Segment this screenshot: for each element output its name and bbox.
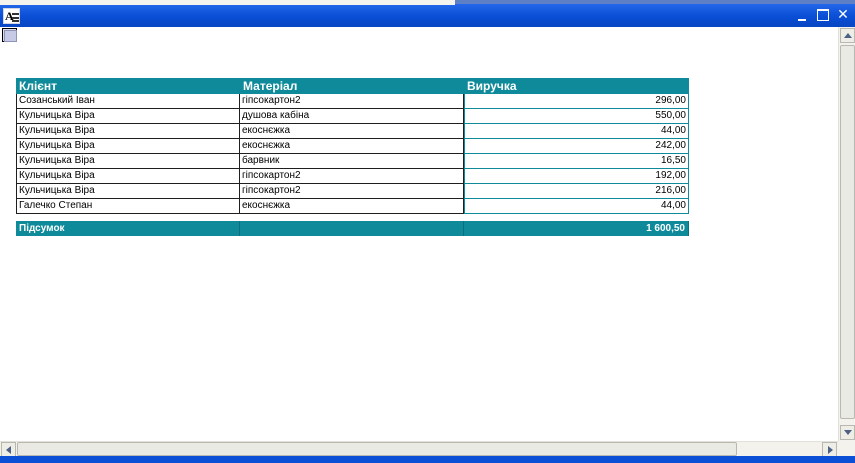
report-app-icon[interactable]: A (3, 8, 20, 24)
scroll-down-icon[interactable] (840, 425, 855, 440)
title-bar-top-strip (0, 0, 455, 5)
cell-revenue: 44,00 (464, 124, 689, 139)
scrollbar-corner (838, 441, 855, 456)
cell-revenue: 16,50 (464, 154, 689, 169)
horizontal-scrollbar[interactable] (0, 441, 838, 457)
table-row: Галечко Степан екоснєжка 44,00 (16, 199, 689, 214)
table-row: Кульчицька Віра екоснєжка 44,00 (16, 124, 689, 139)
total-value: 1 600,50 (464, 221, 689, 236)
table-row: Созанський Іван гіпсокартон2 296,00 (16, 94, 689, 109)
table-row: Кульчицька Віра барвник 16,50 (16, 154, 689, 169)
cell-client: Кульчицька Віра (16, 169, 240, 184)
cell-material: гіпсокартон2 (240, 184, 464, 199)
close-icon[interactable]: ✕ (836, 8, 850, 22)
cell-client: Галечко Степан (16, 199, 240, 214)
cell-material: екоснєжка (240, 139, 464, 154)
cell-revenue: 216,00 (464, 184, 689, 199)
horizontal-scroll-thumb[interactable] (17, 442, 737, 456)
report-total-row: Підсумок 1 600,50 (16, 221, 689, 236)
scroll-right-icon[interactable] (822, 442, 837, 457)
cell-material: барвник (240, 154, 464, 169)
report-window: A ✕ Клієнт Матеріал Виручка Созанський І… (0, 0, 855, 463)
total-label: Підсумок (16, 221, 240, 236)
cell-revenue: 296,00 (464, 94, 689, 109)
table-row: Кульчицька Віра гіпсокартон2 192,00 (16, 169, 689, 184)
report-header-row: Клієнт Матеріал Виручка (16, 78, 689, 94)
title-bar[interactable]: A ✕ (0, 0, 855, 27)
maximize-icon[interactable] (816, 8, 830, 22)
cell-material: екоснєжка (240, 199, 464, 214)
total-middle-cell (240, 221, 464, 236)
toolbar-button[interactable] (2, 28, 17, 42)
vertical-scrollbar[interactable] (838, 27, 855, 441)
cell-material: душова кабіна (240, 109, 464, 124)
app-icon-line-mid (12, 17, 19, 19)
scroll-up-icon[interactable] (840, 28, 855, 43)
cell-revenue: 192,00 (464, 169, 689, 184)
scroll-left-icon[interactable] (1, 442, 16, 457)
column-header-material: Матеріал (243, 79, 298, 93)
cell-material: гіпсокартон2 (240, 94, 464, 109)
table-row: Кульчицька Віра екоснєжка 242,00 (16, 139, 689, 154)
cell-revenue: 44,00 (464, 199, 689, 214)
cell-client: Кульчицька Віра (16, 139, 240, 154)
table-row: Кульчицька Віра душова кабіна 550,00 (16, 109, 689, 124)
cell-revenue: 550,00 (464, 109, 689, 124)
column-header-revenue: Виручка (467, 79, 517, 93)
cell-material: гіпсокартон2 (240, 169, 464, 184)
cell-client: Кульчицька Віра (16, 109, 240, 124)
minimize-icon[interactable] (796, 8, 810, 22)
window-bottom-border (0, 456, 855, 463)
title-bar-top-strip-right (455, 0, 855, 4)
column-header-client: Клієнт (19, 79, 58, 93)
cell-material: екоснєжка (240, 124, 464, 139)
vertical-scroll-thumb[interactable] (840, 45, 855, 419)
cell-client: Кульчицька Віра (16, 154, 240, 169)
cell-revenue: 242,00 (464, 139, 689, 154)
cell-client: Кульчицька Віра (16, 124, 240, 139)
cell-client: Кульчицька Віра (16, 184, 240, 199)
cell-client: Созанський Іван (16, 94, 240, 109)
table-row: Кульчицька Віра гіпсокартон2 216,00 (16, 184, 689, 199)
